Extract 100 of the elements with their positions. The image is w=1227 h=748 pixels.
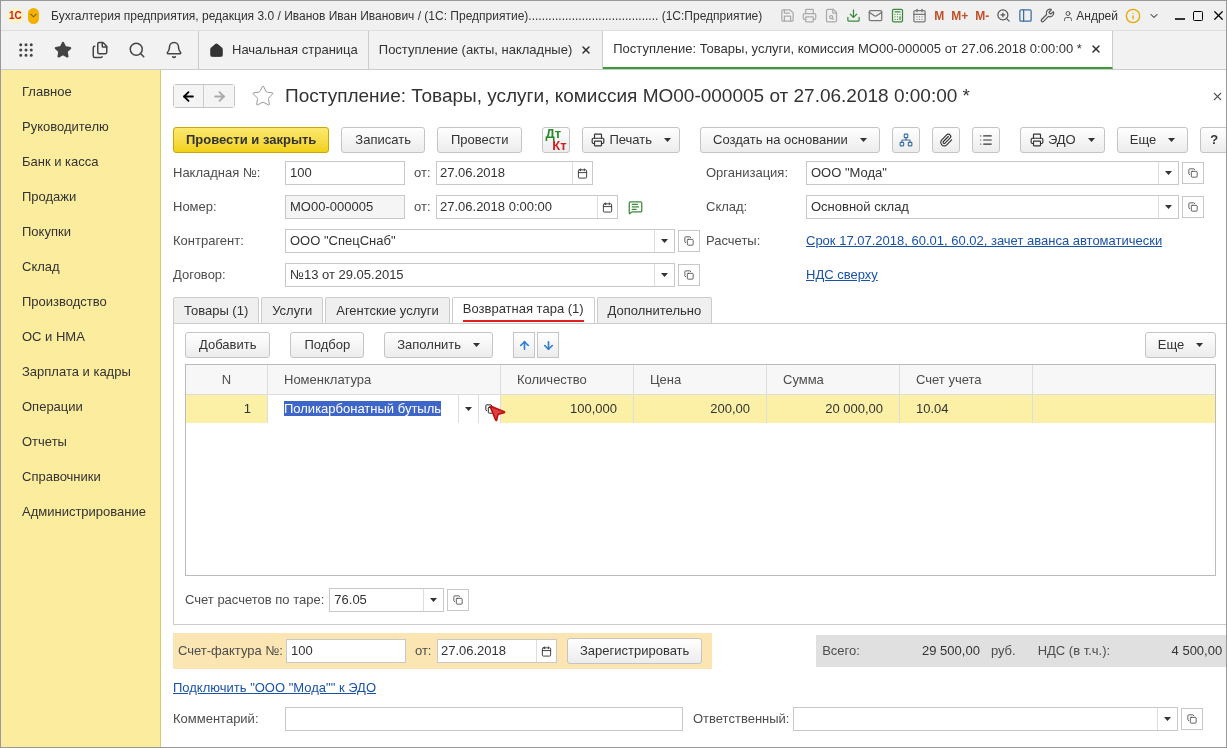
- caret-icon: [473, 343, 481, 347]
- edo-link[interactable]: Подключить "ООО "Мода"" к ЭДО: [173, 678, 376, 698]
- caret-icon: [1087, 138, 1095, 142]
- input-field[interactable]: 100: [285, 161, 405, 185]
- print-button[interactable]: Печать: [582, 127, 680, 153]
- total-label: Всего:: [822, 642, 860, 661]
- toolbar-button[interactable]: Добавить: [185, 332, 271, 358]
- input-field[interactable]: [285, 706, 683, 731]
- move-down-button[interactable]: [537, 332, 560, 358]
- tab[interactable]: Начальная страница: [199, 31, 369, 69]
- field-label: Склад:: [706, 198, 749, 217]
- post-and-close-button[interactable]: Провести и закрыть: [173, 127, 330, 153]
- sidebar-item[interactable]: ОС и НМА: [1, 327, 160, 362]
- user-name[interactable]: Андрей: [1076, 6, 1118, 25]
- table-row[interactable]: 1 Поликарбонатный бутыль 100,000 200,00 20 000,00 10.04: [186, 395, 1216, 423]
- menu-button[interactable]: Создать на основании: [700, 127, 880, 153]
- select-field[interactable]: №13 от 29.05.2015: [285, 263, 675, 287]
- register-button[interactable]: Зарегистрировать: [566, 638, 703, 664]
- open-button[interactable]: [1182, 162, 1204, 184]
- menu-button[interactable]: Еще: [1144, 332, 1217, 358]
- sidebar-item[interactable]: Зарплата и кадры: [1, 362, 160, 397]
- open-window-icon: [1188, 202, 1198, 212]
- table-cell: 20 000,00: [767, 395, 900, 423]
- minimize-icon[interactable]: [1175, 17, 1185, 20]
- sidebar-item[interactable]: Производство: [1, 292, 160, 327]
- section-tab[interactable]: Товары (1): [173, 297, 260, 324]
- list-button[interactable]: [971, 127, 1000, 153]
- memory-button[interactable]: M: [934, 6, 945, 25]
- open-button[interactable]: [1182, 196, 1204, 218]
- menu-button[interactable]: Еще: [1116, 127, 1189, 153]
- vat-link[interactable]: НДС сверху: [806, 265, 878, 285]
- back-button[interactable]: [174, 85, 204, 107]
- calendar-icon: [540, 645, 552, 657]
- input-field[interactable]: 100: [285, 639, 406, 663]
- caret-icon: [661, 239, 668, 243]
- section-tab[interactable]: Возвратная тара (1): [451, 297, 595, 324]
- move-up-button[interactable]: [513, 332, 536, 358]
- date-field[interactable]: 27.06.2018 0:00:00: [436, 195, 618, 219]
- section-tab[interactable]: Агентские услуги: [325, 297, 450, 324]
- open-button[interactable]: [678, 264, 700, 286]
- select-field[interactable]: ООО "Мода": [806, 161, 1179, 185]
- date-field[interactable]: 27.06.2018: [436, 161, 593, 185]
- sidebar-item[interactable]: Банк и касса: [1, 152, 160, 187]
- toolbar-button[interactable]: Записать: [341, 127, 425, 153]
- sidebar-item[interactable]: Отчеты: [1, 432, 160, 467]
- settlements-link[interactable]: Срок 17.07.2018, 60.01, 60.02, зачет аванса автоматически: [806, 231, 1163, 251]
- home-icon: [209, 42, 224, 58]
- select-field[interactable]: Основной склад: [806, 195, 1179, 219]
- open-window-icon: [1187, 713, 1198, 724]
- user-icon: [1062, 9, 1075, 22]
- favorite-star-icon: [251, 84, 275, 108]
- input-field[interactable]: МО00-000005: [285, 195, 405, 219]
- sidebar-item[interactable]: Склад: [1, 257, 160, 292]
- form-title: Поступление: Товары, услуги, комиссия МО00-000005 от 27.06.2018 0:00:00 *: [285, 83, 970, 108]
- column-header[interactable]: N: [186, 365, 268, 394]
- sidebar-item[interactable]: Главное: [1, 82, 160, 117]
- memory-button[interactable]: M-: [975, 6, 990, 25]
- open-button[interactable]: [678, 230, 700, 252]
- tab[interactable]: Поступление: Товары, услуги, комиссия МО00-000005 от 27.06.2018 0:00:00 *: [603, 31, 1113, 69]
- help-button[interactable]: ?: [1200, 127, 1226, 153]
- field-label: Расчеты:: [706, 232, 762, 251]
- toolbar-button[interactable]: Провести: [436, 127, 523, 153]
- wrench-icon: [1040, 8, 1056, 23]
- column-header[interactable]: Счет учета: [900, 365, 1033, 394]
- menu-button[interactable]: Заполнить: [384, 332, 494, 358]
- sidebar-item[interactable]: Продажи: [1, 187, 160, 222]
- sidebar-item[interactable]: Покупки: [1, 222, 160, 257]
- favorites-icon: [53, 41, 72, 59]
- open-button[interactable]: [1181, 707, 1204, 730]
- sidebar-item[interactable]: Операции: [1, 397, 160, 432]
- mouse-cursor-icon: [487, 403, 507, 423]
- attach-button[interactable]: [931, 127, 960, 153]
- vat-value: 4 500,00: [1170, 642, 1223, 661]
- date-field[interactable]: 27.06.2018: [436, 639, 557, 663]
- select-field[interactable]: 76.05: [329, 588, 445, 612]
- panel-icon: [1018, 8, 1034, 23]
- calendar-icon: [577, 167, 588, 179]
- structure-button[interactable]: [891, 127, 920, 153]
- menu-icon[interactable]: [27, 7, 40, 24]
- sidebar-item[interactable]: Администрирование: [1, 502, 160, 537]
- memory-button[interactable]: M+: [951, 6, 969, 25]
- section-tab[interactable]: Дополнительно: [596, 297, 713, 324]
- column-header[interactable]: Цена: [634, 365, 767, 394]
- dt-kt-button[interactable]: Дт Кт: [542, 127, 571, 153]
- column-header[interactable]: Количество: [501, 365, 634, 394]
- close-icon: [1211, 8, 1226, 23]
- edo-button[interactable]: ЭДО: [1019, 127, 1105, 153]
- sidebar-item[interactable]: Руководителю: [1, 117, 160, 152]
- section-tab[interactable]: Услуги: [261, 297, 324, 324]
- open-button[interactable]: [447, 589, 470, 611]
- caret-icon: [1196, 343, 1204, 347]
- column-header[interactable]: Сумма: [767, 365, 900, 394]
- sidebar-item[interactable]: Справочники: [1, 467, 160, 502]
- field-label: Комментарий:: [173, 709, 260, 728]
- column-header[interactable]: Номенклатура: [268, 365, 501, 394]
- paperclip-icon: [938, 133, 953, 147]
- select-field[interactable]: ООО "СпецСнаб": [285, 229, 675, 253]
- toolbar-button[interactable]: Подбор: [290, 332, 365, 358]
- history-icon: [90, 41, 109, 59]
- select-field[interactable]: [793, 706, 1179, 731]
